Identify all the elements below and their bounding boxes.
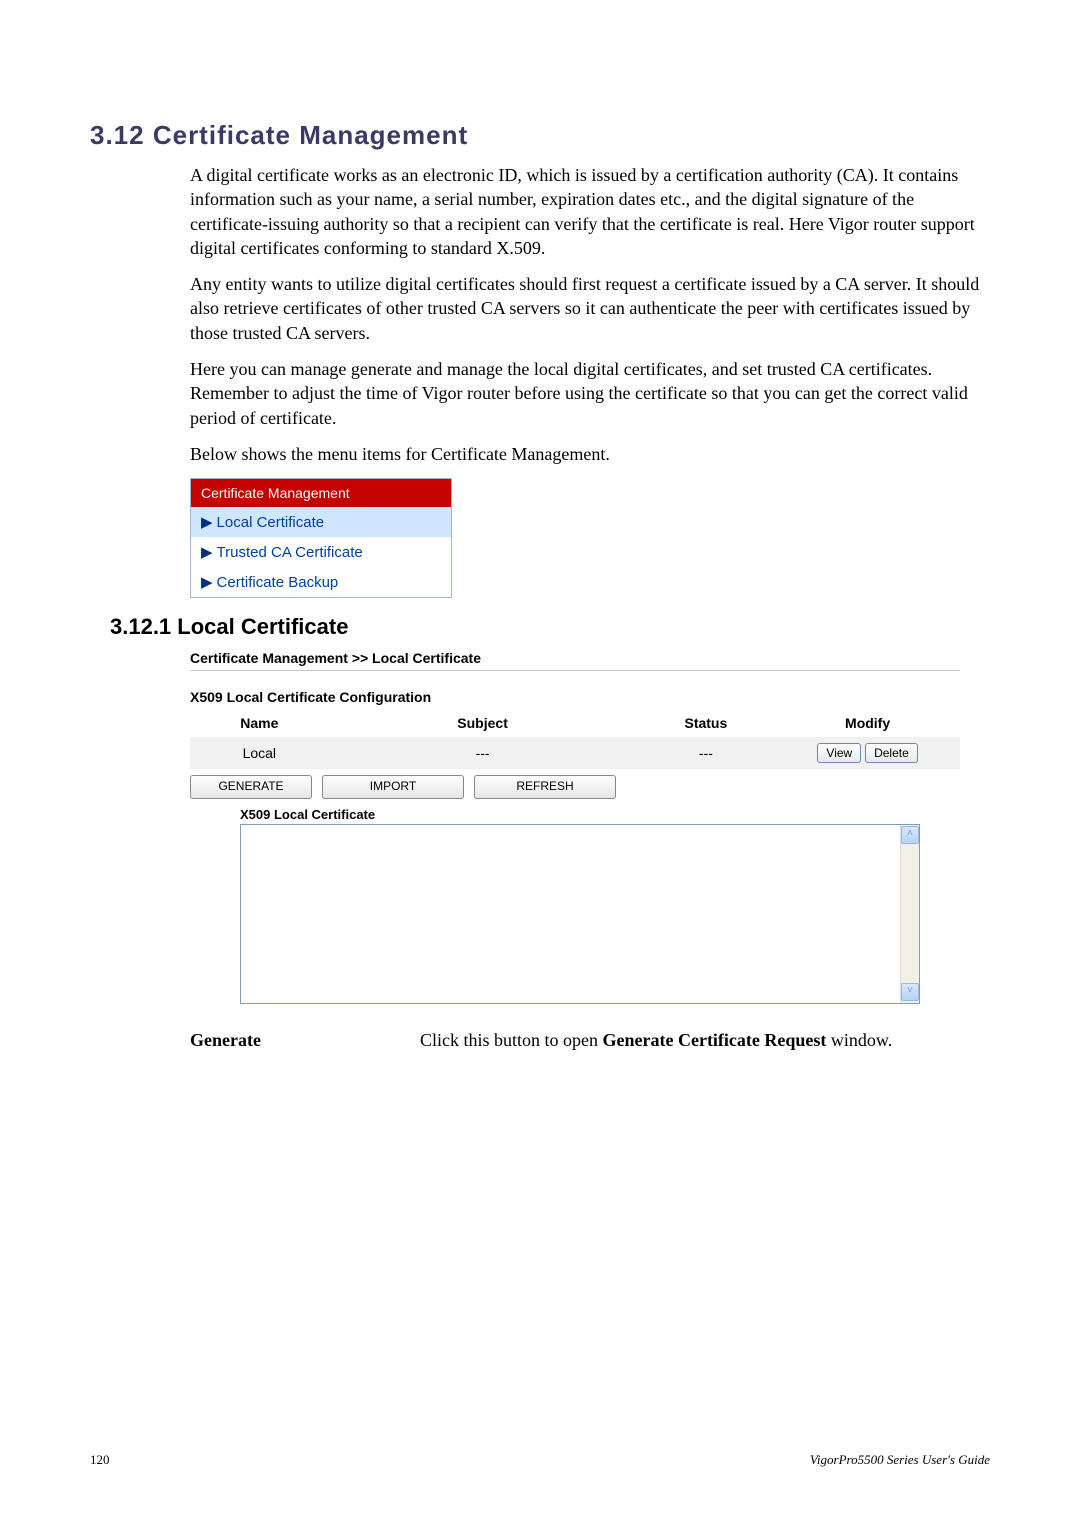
- menu-header: Certificate Management: [191, 479, 451, 507]
- menu-item-local-certificate[interactable]: ▶Local Certificate: [191, 507, 451, 537]
- scrollbar[interactable]: ˄ ˅: [900, 825, 919, 1003]
- col-modify: Modify: [775, 709, 960, 737]
- triangle-icon: ▶: [201, 514, 213, 531]
- x509-certificate-textarea[interactable]: ˄ ˅: [240, 824, 920, 1004]
- generate-button[interactable]: GENERATE: [190, 775, 312, 799]
- scroll-up-icon[interactable]: ˄: [901, 826, 919, 844]
- cell-status: ---: [637, 737, 776, 769]
- definition-description: Click this button to open Generate Certi…: [420, 1028, 980, 1052]
- cell-name: Local: [190, 737, 329, 769]
- body-text-block: A digital certificate works as an electr…: [190, 163, 980, 466]
- definition-row: Generate Click this button to open Gener…: [190, 1028, 980, 1052]
- definition-term: Generate: [190, 1028, 420, 1052]
- col-name: Name: [190, 709, 329, 737]
- certificate-management-menu: Certificate Management ▶Local Certificat…: [190, 478, 452, 598]
- paragraph-4: Below shows the menu items for Certifica…: [190, 442, 980, 466]
- paragraph-1: A digital certificate works as an electr…: [190, 163, 980, 260]
- menu-item-trusted-ca[interactable]: ▶Trusted CA Certificate: [191, 537, 451, 567]
- import-button[interactable]: IMPORT: [322, 775, 464, 799]
- definition-text-post: window.: [826, 1030, 892, 1050]
- subsection-heading: 3.12.1 Local Certificate: [110, 614, 990, 640]
- menu-item-certificate-backup[interactable]: ▶Certificate Backup: [191, 567, 451, 597]
- menu-item-label: Trusted CA Certificate: [217, 544, 363, 561]
- definition-text-strong: Generate Certificate Request: [603, 1030, 827, 1050]
- triangle-icon: ▶: [201, 574, 213, 591]
- table-header-row: Name Subject Status Modify: [190, 709, 960, 737]
- paragraph-3: Here you can manage generate and manage …: [190, 357, 980, 430]
- action-button-row: GENERATE IMPORT REFRESH: [190, 775, 960, 799]
- col-status: Status: [637, 709, 776, 737]
- refresh-button[interactable]: REFRESH: [474, 775, 616, 799]
- col-subject: Subject: [329, 709, 637, 737]
- page-footer: 120 VigorPro5500 Series User's Guide: [90, 1452, 990, 1468]
- view-button[interactable]: View: [817, 743, 861, 763]
- page-number: 120: [90, 1452, 110, 1468]
- paragraph-2: Any entity wants to utilize digital cert…: [190, 272, 980, 345]
- cell-subject: ---: [329, 737, 637, 769]
- config-title: X509 Local Certificate Configuration: [190, 689, 960, 705]
- section-heading: 3.12 Certificate Management: [90, 120, 990, 151]
- delete-button[interactable]: Delete: [865, 743, 918, 763]
- table-row: Local --- --- View Delete: [190, 737, 960, 769]
- menu-item-label: Certificate Backup: [217, 574, 339, 591]
- scroll-down-icon[interactable]: ˅: [901, 983, 919, 1001]
- triangle-icon: ▶: [201, 544, 213, 561]
- local-certificate-panel: Certificate Management >> Local Certific…: [190, 650, 960, 1004]
- menu-item-label: Local Certificate: [217, 514, 325, 531]
- x509-local-cert-title: X509 Local Certificate: [240, 807, 960, 822]
- definition-text-pre: Click this button to open: [420, 1030, 603, 1050]
- certificate-table: Name Subject Status Modify Local --- ---…: [190, 709, 960, 769]
- breadcrumb: Certificate Management >> Local Certific…: [190, 650, 960, 671]
- cell-modify: View Delete: [775, 737, 960, 769]
- guide-title: VigorPro5500 Series User's Guide: [810, 1452, 990, 1468]
